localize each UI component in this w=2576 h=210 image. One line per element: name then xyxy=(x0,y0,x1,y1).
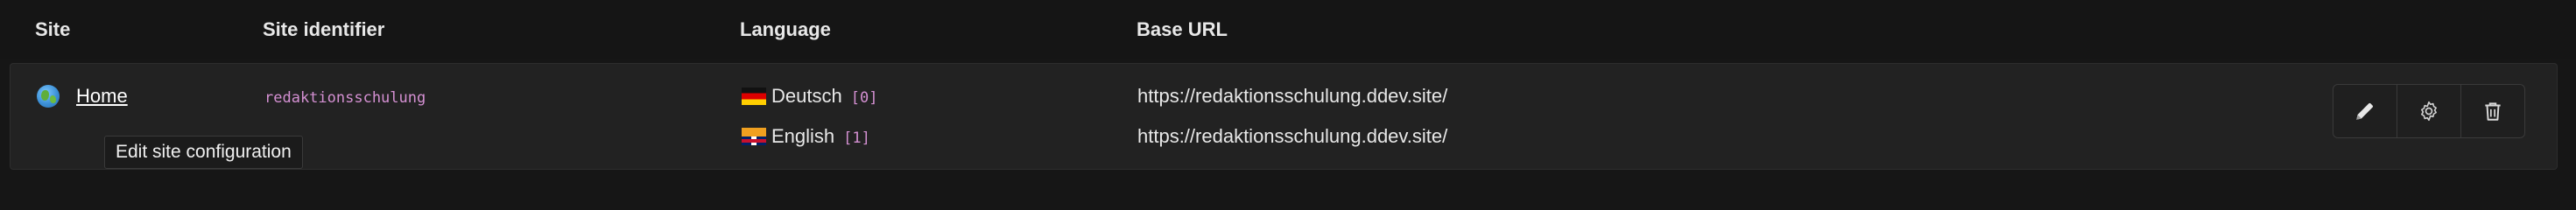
table-row: Home redaktionsschulung Deutsch [0] Engli… xyxy=(10,63,2558,170)
language-name: Deutsch xyxy=(771,85,842,107)
column-header-base-url: Base URL xyxy=(1137,18,1228,40)
tooltip: Edit site configuration xyxy=(104,136,303,169)
site-home-link[interactable]: Home xyxy=(76,85,128,108)
edit-button[interactable] xyxy=(2333,85,2397,137)
trash-icon xyxy=(2485,102,2501,121)
site-identifier: redaktionsschulung xyxy=(264,89,426,107)
row-actions xyxy=(2333,84,2525,138)
de-flag-icon xyxy=(742,88,766,105)
pencil-icon xyxy=(2356,103,2373,120)
base-url-deutsch: https://redaktionsschulung.ddev.site/ xyxy=(1137,85,1448,107)
column-header-site: Site xyxy=(35,18,71,40)
configure-button[interactable] xyxy=(2397,85,2461,137)
en-flag-icon xyxy=(742,128,766,145)
column-header-language: Language xyxy=(740,18,831,40)
gear-icon xyxy=(2421,101,2437,122)
table-header: Site Site identifier Language Base URL xyxy=(0,0,2576,60)
site-management-table: Site Site identifier Language Base URL H… xyxy=(0,0,2576,208)
language-id: [0] xyxy=(850,89,878,107)
delete-button[interactable] xyxy=(2461,85,2524,137)
base-url-english: https://redaktionsschulung.ddev.site/ xyxy=(1137,125,1448,147)
language-item-english: English [1] xyxy=(742,125,870,148)
column-header-site-identifier: Site identifier xyxy=(263,18,385,40)
language-item-deutsch: Deutsch [0] xyxy=(742,85,877,108)
language-name: English xyxy=(771,125,835,147)
language-id: [1] xyxy=(843,130,870,147)
globe-icon xyxy=(37,85,60,108)
